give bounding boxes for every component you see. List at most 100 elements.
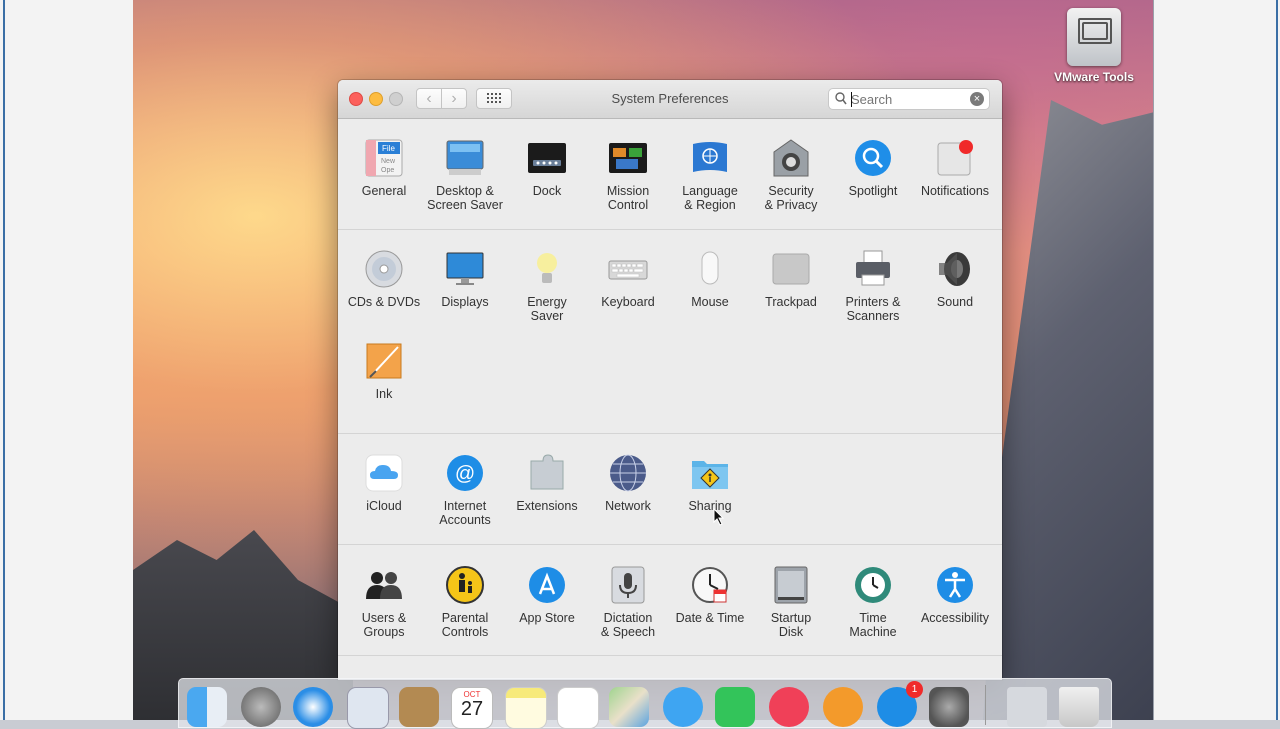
vm-frame-right bbox=[1153, 0, 1280, 720]
pane-label: Accessibility bbox=[920, 611, 990, 625]
pane-cds-dvds[interactable]: CDs & DVDs bbox=[344, 249, 424, 309]
reminders-icon[interactable] bbox=[557, 687, 599, 729]
pane-network[interactable]: Network bbox=[588, 453, 668, 513]
pane-label: Time Machine bbox=[849, 611, 897, 639]
notifications-icon bbox=[935, 138, 975, 178]
mail-icon[interactable] bbox=[347, 687, 389, 729]
messages-icon[interactable] bbox=[663, 687, 703, 727]
launchpad-icon[interactable] bbox=[241, 687, 281, 727]
pane-label: Extensions bbox=[516, 499, 578, 513]
search-input[interactable] bbox=[851, 90, 967, 108]
dock-icon bbox=[527, 138, 567, 178]
pane-printers-scanners[interactable]: Printers & Scanners bbox=[833, 249, 913, 323]
dictation-icon bbox=[608, 565, 648, 605]
pane-icloud[interactable]: iCloud bbox=[344, 453, 424, 513]
mouse-pointer-icon bbox=[713, 508, 725, 526]
pane-sound[interactable]: Sound bbox=[915, 249, 995, 309]
language-region-icon bbox=[690, 138, 730, 178]
spotlight-icon bbox=[853, 138, 893, 178]
pane-label: Ink bbox=[375, 387, 393, 401]
facetime-icon[interactable] bbox=[715, 687, 755, 727]
pane-time-machine[interactable]: Time Machine bbox=[833, 565, 913, 639]
pane-displays[interactable]: Displays bbox=[425, 249, 505, 309]
general-icon: File New Ope bbox=[364, 138, 404, 178]
pane-label: Security & Privacy bbox=[764, 184, 818, 212]
pane-parental-controls[interactable]: Parental Controls bbox=[425, 565, 505, 639]
pane-dock[interactable]: Dock bbox=[507, 138, 587, 198]
mouse-icon bbox=[690, 249, 730, 289]
datetime-icon bbox=[690, 565, 730, 605]
pane-dictation-speech[interactable]: Dictation & Speech bbox=[588, 565, 668, 639]
el-capitan-rock bbox=[983, 100, 1153, 720]
cd-icon bbox=[364, 249, 404, 289]
vmware-tools-desktop-icon[interactable]: VMware Tools bbox=[1048, 8, 1140, 84]
finder-icon[interactable] bbox=[187, 687, 227, 727]
sharing-icon bbox=[690, 453, 730, 493]
pane-spotlight[interactable]: Spotlight bbox=[833, 138, 913, 198]
utility-icon[interactable] bbox=[1007, 687, 1047, 727]
pane-users-groups[interactable]: Users & Groups bbox=[344, 565, 424, 639]
pane-desktop-screen-saver[interactable]: Desktop & Screen Saver bbox=[425, 138, 505, 212]
pane-language-region[interactable]: Language & Region bbox=[670, 138, 750, 212]
pane-extensions[interactable]: Extensions bbox=[507, 453, 587, 513]
pane-keyboard[interactable]: Keyboard bbox=[588, 249, 668, 309]
pane-label: Notifications bbox=[920, 184, 990, 198]
pane-internet-accounts[interactable]: @ Internet Accounts bbox=[425, 453, 505, 527]
pane-security-privacy[interactable]: Security & Privacy bbox=[751, 138, 831, 212]
pane-date-time[interactable]: Date & Time bbox=[670, 565, 750, 625]
pane-startup-disk[interactable]: Startup Disk bbox=[751, 565, 831, 639]
vmware-tools-icon bbox=[1067, 8, 1121, 66]
icloud-icon bbox=[364, 453, 404, 493]
safari-icon[interactable] bbox=[293, 687, 333, 727]
pane-label: Sharing bbox=[688, 499, 732, 513]
appstore-dock-icon[interactable]: 1 bbox=[877, 681, 923, 727]
pane-label: Printers & Scanners bbox=[845, 295, 901, 323]
itunes-icon[interactable] bbox=[769, 687, 809, 727]
pane-sharing[interactable]: Sharing bbox=[670, 453, 750, 513]
pane-label: App Store bbox=[519, 611, 575, 625]
ibooks-icon[interactable] bbox=[823, 687, 863, 727]
energy-icon bbox=[527, 249, 567, 289]
pane-label: Dictation & Speech bbox=[600, 611, 656, 639]
pane-label: Language & Region bbox=[682, 184, 738, 212]
system-preferences-icon[interactable] bbox=[929, 687, 969, 727]
system-preferences-window: ‹ › System Preferences × File New Ope Gene… bbox=[338, 80, 1002, 680]
pane-mission-control[interactable]: Mission Control bbox=[588, 138, 668, 212]
pane-app-store[interactable]: App Store bbox=[507, 565, 587, 625]
search-icon bbox=[835, 92, 847, 105]
calendar-icon[interactable]: OCT 27 bbox=[451, 687, 493, 729]
pane-label: Energy Saver bbox=[527, 295, 567, 323]
desktop-icon bbox=[445, 138, 485, 178]
maps-icon[interactable] bbox=[609, 687, 649, 727]
pane-energy-saver[interactable]: Energy Saver bbox=[507, 249, 587, 323]
time-machine-icon bbox=[853, 565, 893, 605]
pane-accessibility[interactable]: Accessibility bbox=[915, 565, 995, 625]
svg-text:File: File bbox=[382, 144, 395, 153]
calendar-day: 27 bbox=[460, 698, 484, 720]
pane-label: Sound bbox=[936, 295, 974, 309]
trash-icon[interactable] bbox=[1059, 687, 1099, 727]
pane-label: CDs & DVDs bbox=[347, 295, 421, 309]
pane-trackpad[interactable]: Trackpad bbox=[751, 249, 831, 309]
vmware-tools-label: VMware Tools bbox=[1054, 70, 1134, 84]
security-icon bbox=[771, 138, 811, 178]
clear-search-icon[interactable]: × bbox=[970, 92, 984, 106]
vm-frame-left bbox=[0, 0, 134, 720]
pane-ink[interactable]: Ink bbox=[344, 341, 424, 401]
text-caret bbox=[851, 92, 852, 107]
svg-text:@: @ bbox=[455, 463, 475, 485]
ink-icon bbox=[364, 341, 404, 381]
extensions-icon bbox=[527, 453, 567, 493]
contacts-icon[interactable] bbox=[399, 687, 439, 727]
title-bar[interactable]: ‹ › System Preferences × bbox=[338, 80, 1002, 119]
pane-label: General bbox=[361, 184, 407, 198]
pane-notifications[interactable]: Notifications bbox=[915, 138, 995, 198]
pane-mouse[interactable]: Mouse bbox=[670, 249, 750, 309]
search-field[interactable]: × bbox=[828, 88, 990, 110]
pane-label: Spotlight bbox=[848, 184, 898, 198]
svg-text:Ope: Ope bbox=[381, 167, 394, 174]
pane-general[interactable]: File New Ope General bbox=[344, 138, 424, 198]
notes-icon[interactable] bbox=[505, 687, 547, 729]
mission-control-icon bbox=[608, 138, 648, 178]
internet-accounts-icon: @ bbox=[445, 453, 485, 493]
